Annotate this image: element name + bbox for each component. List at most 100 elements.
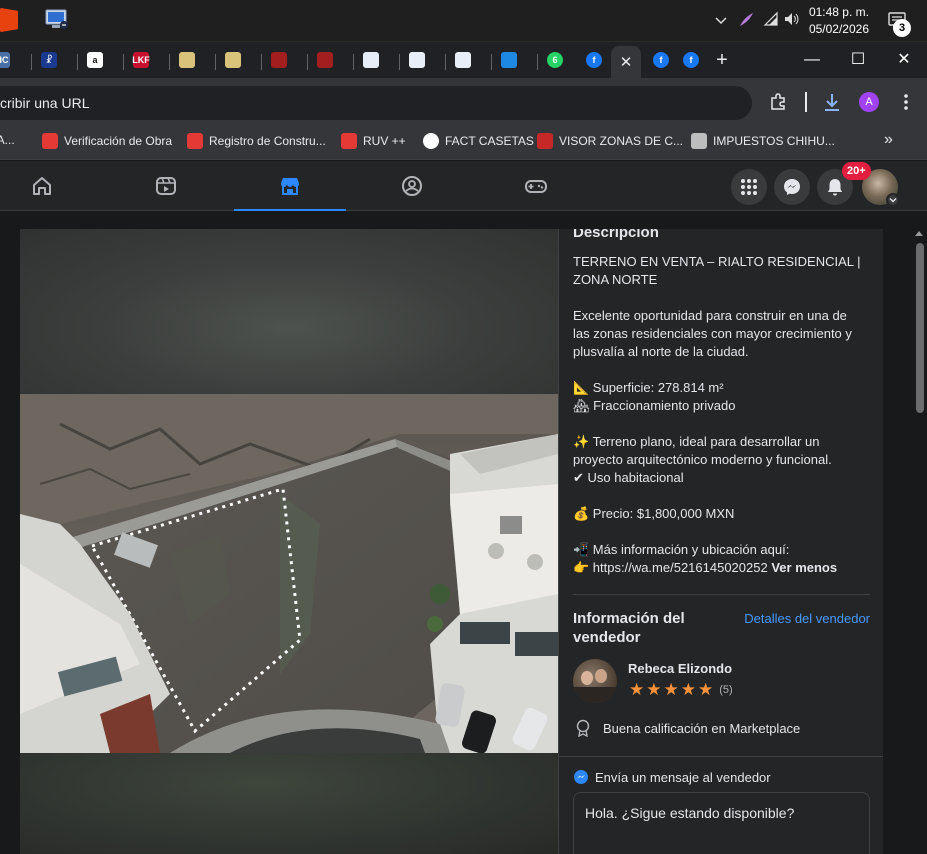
listing-details-scroll[interactable]: Descripción TERRENO EN VENTA – RIALTO RE… xyxy=(559,229,883,756)
bookmark-fact-casetas-favicon-icon xyxy=(423,133,439,149)
tab-facebook-4-favicon-icon: f xyxy=(683,52,699,68)
nav-gaming[interactable] xyxy=(480,161,592,211)
tab-doc-1[interactable] xyxy=(357,46,385,74)
profile-initial: A xyxy=(865,96,873,108)
chevron-up-icon[interactable] xyxy=(713,12,729,28)
tab-doc-2-favicon-icon xyxy=(409,52,425,68)
tab-onedrive[interactable] xyxy=(495,46,523,74)
tab-doc-2[interactable] xyxy=(403,46,431,74)
download-icon[interactable] xyxy=(822,92,842,112)
star-icon: ★ xyxy=(698,680,714,699)
tab-whatsapp[interactable]: 6 xyxy=(541,46,569,74)
close-window-button[interactable]: ✕ xyxy=(889,48,919,72)
toolbar-divider xyxy=(805,92,807,112)
tab-amazon[interactable]: a xyxy=(81,46,109,74)
tab-doc-3[interactable] xyxy=(449,46,477,74)
star-icon: ★ xyxy=(629,680,645,699)
bookmark-impuestos-favicon-icon xyxy=(691,133,707,149)
seller-badge-text: Buena calificación en Marketplace xyxy=(603,721,801,736)
bookmark-ca-label: CA... xyxy=(0,133,15,147)
tab-lkf[interactable]: LKF xyxy=(127,46,155,74)
bookmark-verificacion[interactable]: Verificación de Obra xyxy=(42,133,172,149)
nav-home[interactable] xyxy=(0,161,98,211)
chevron-down-icon xyxy=(886,193,900,207)
bookmark-ruv-label: RUV ++ xyxy=(363,134,406,148)
bookmark-verificacion-label: Verificación de Obra xyxy=(64,134,173,148)
bookmark-impuestos-label: IMPUESTOS CHIHU... xyxy=(713,134,835,148)
bookmark-impuestos[interactable]: IMPUESTOS CHIHU... xyxy=(691,133,835,149)
tab-facebook-1[interactable]: f xyxy=(580,46,608,74)
tab-lkf-favicon-icon: LKF xyxy=(132,52,150,68)
more-menu-icon[interactable] xyxy=(896,92,916,112)
volume-icon[interactable] xyxy=(783,11,801,27)
bookmark-visor-zonas[interactable]: VISOR ZONAS DE C... xyxy=(537,133,683,149)
badge-icon xyxy=(575,719,591,738)
groups-icon xyxy=(402,176,422,196)
messenger-small-icon xyxy=(573,769,589,785)
tab-sat-2[interactable] xyxy=(219,46,247,74)
section-divider xyxy=(573,594,870,595)
scrollbar-thumb[interactable] xyxy=(916,243,924,413)
nav-video[interactable] xyxy=(110,161,222,211)
nav-groups[interactable] xyxy=(356,161,468,211)
description-paragraph-intro: Excelente oportunidad para construir en … xyxy=(573,308,852,359)
bookmark-registro[interactable]: Registro de Constru... xyxy=(187,133,326,149)
new-tab-button[interactable]: + xyxy=(708,46,736,74)
system-clock[interactable]: 01:48 p. m. 05/02/2026 xyxy=(809,4,869,38)
tab-active-close[interactable]: ✕ xyxy=(611,46,641,78)
bell-icon xyxy=(828,179,842,196)
tab-ic-favicon-icon: HC xyxy=(0,52,10,68)
see-less-button[interactable]: Ver menos xyxy=(771,560,837,575)
close-icon[interactable]: ✕ xyxy=(620,53,633,71)
grid-menu-icon xyxy=(741,179,757,195)
clock-date: 05/02/2026 xyxy=(808,22,869,36)
listing-photo-viewer[interactable] xyxy=(20,229,558,854)
wifi-icon[interactable] xyxy=(763,11,779,27)
minimize-button[interactable]: — xyxy=(797,48,827,72)
tab-facebook-3[interactable]: f xyxy=(647,46,675,74)
scroll-up-icon[interactable] xyxy=(915,231,923,236)
gamepad-icon xyxy=(525,180,547,193)
bookmark-fact-casetas[interactable]: FACT CASETAS xyxy=(423,133,534,149)
tab-separator xyxy=(445,54,446,70)
tab-red-1[interactable] xyxy=(265,46,293,74)
tab-whatsapp-favicon-icon: 6 xyxy=(547,52,563,68)
seller-details-link[interactable]: Detalles del vendedor xyxy=(744,611,870,626)
profile-avatar[interactable]: A xyxy=(859,92,879,112)
tab-tool[interactable]: ☧ xyxy=(35,46,63,74)
browser-toolbar: cribir una URL A xyxy=(0,78,927,126)
tab-ic[interactable]: HC xyxy=(0,46,16,74)
address-bar[interactable]: cribir una URL xyxy=(0,86,752,120)
extensions-icon[interactable] xyxy=(768,92,788,112)
tab-separator xyxy=(123,54,124,70)
message-input[interactable]: Hola. ¿Sigue estando disponible? xyxy=(573,792,870,854)
remote-desktop-icon[interactable] xyxy=(44,8,70,32)
star-icon: ★ xyxy=(680,680,696,699)
listing-photo[interactable] xyxy=(20,394,558,753)
seller-review-count: (5) xyxy=(719,683,733,696)
tab-separator xyxy=(169,54,170,70)
tab-red-2[interactable] xyxy=(311,46,339,74)
bookmark-ruv-favicon-icon xyxy=(341,133,357,149)
bookmark-ruv[interactable]: RUV ++ xyxy=(341,133,406,149)
more-bookmarks-button[interactable]: » xyxy=(884,131,893,149)
tab-doc-1-favicon-icon xyxy=(363,52,379,68)
notification-count-badge: 3 xyxy=(893,19,911,37)
tab-sat-1[interactable] xyxy=(173,46,201,74)
nav-marketplace[interactable] xyxy=(234,161,346,212)
office-app-icon[interactable] xyxy=(0,8,18,32)
pen-icon[interactable] xyxy=(737,11,755,29)
seller-avatar[interactable] xyxy=(573,659,617,703)
messenger-button[interactable] xyxy=(774,169,810,205)
seller-name[interactable]: Rebeca Elizondo xyxy=(628,661,732,676)
bookmark-ca[interactable]: CA... xyxy=(0,133,15,147)
maximize-button[interactable]: ☐ xyxy=(843,48,873,72)
plus-icon: + xyxy=(716,48,728,71)
description-paragraph-features: ✨ Terreno plano, ideal para desarrollar … xyxy=(573,434,832,485)
facebook-top-nav xyxy=(0,161,927,212)
page-scrollbar[interactable] xyxy=(912,229,927,854)
tab-facebook-4[interactable]: f xyxy=(677,46,705,74)
menu-button[interactable] xyxy=(731,169,767,205)
tab-separator xyxy=(77,54,78,70)
whatsapp-link[interactable]: 👉 https://wa.me/5216145020252 xyxy=(573,560,768,575)
